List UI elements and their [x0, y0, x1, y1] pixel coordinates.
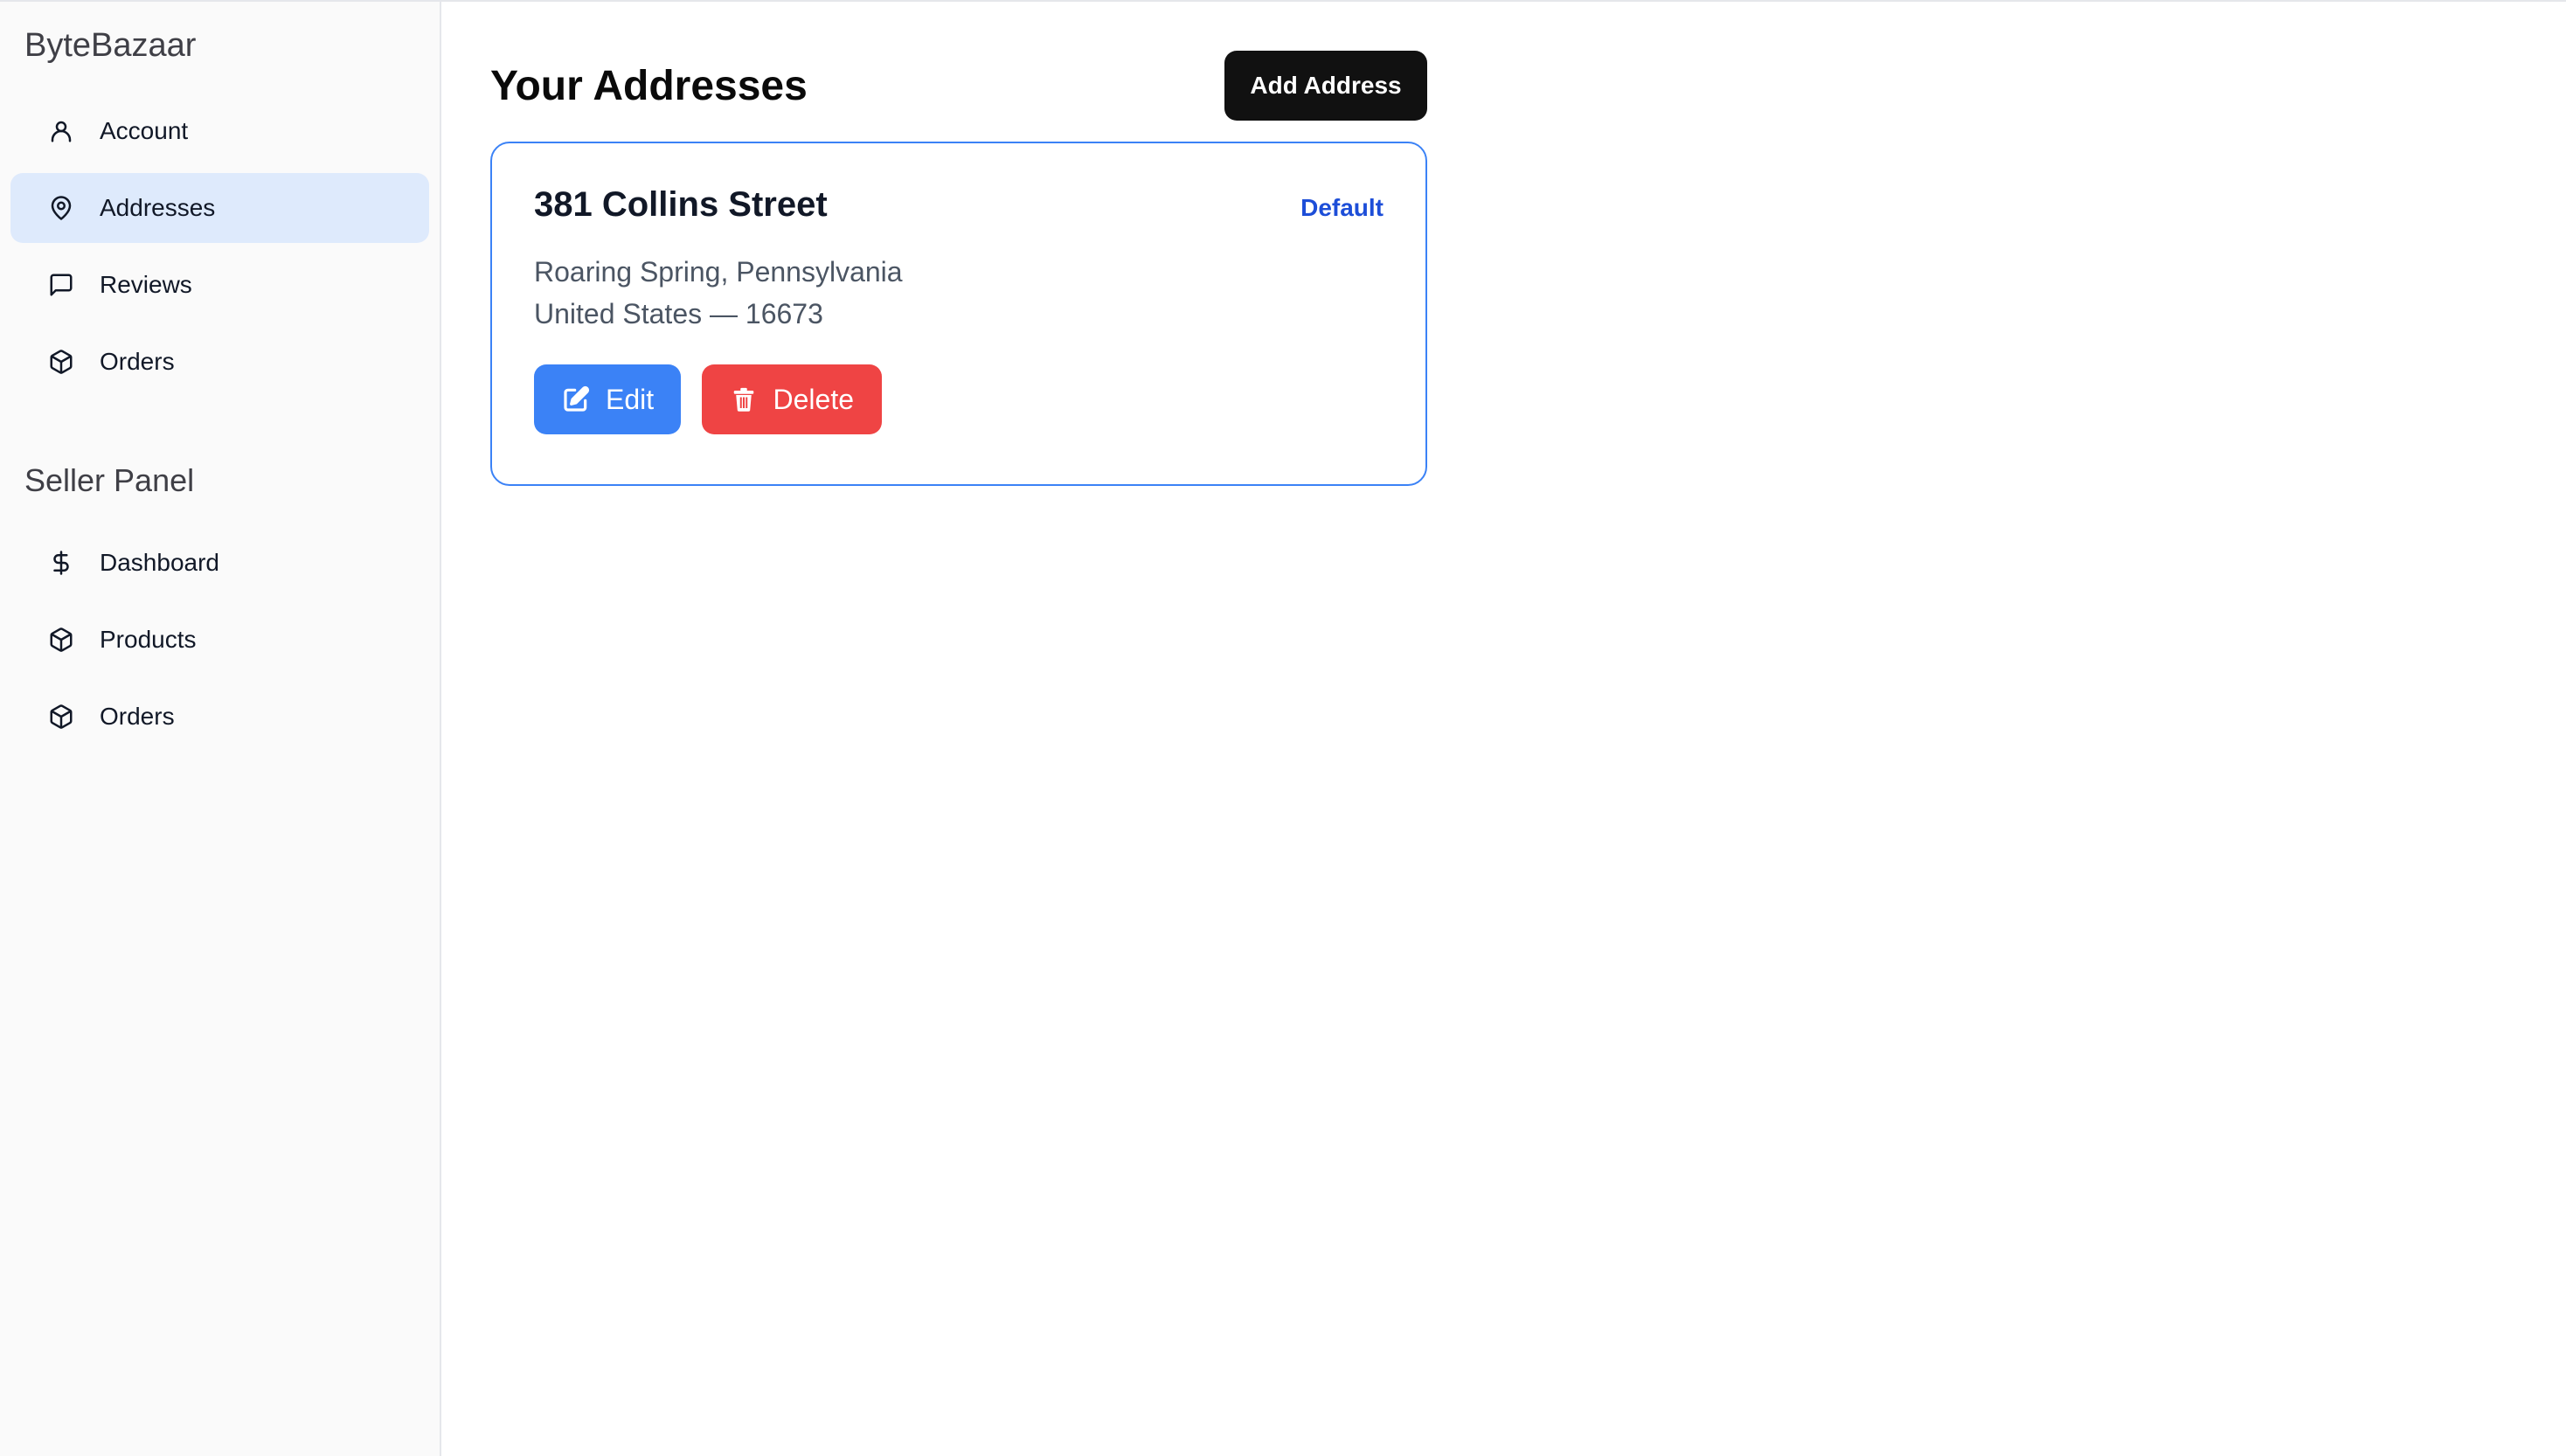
package-icon: [45, 624, 77, 655]
sidebar-item-products[interactable]: Products: [10, 605, 429, 675]
sidebar-item-account[interactable]: Account: [10, 96, 429, 166]
message-square-icon: [45, 269, 77, 301]
page-title: Your Addresses: [490, 62, 808, 109]
sidebar-item-seller-orders[interactable]: Orders: [10, 682, 429, 752]
app-root: ByteBazaar Account Addresses Reviews Ord…: [0, 2, 2566, 1456]
address-actions: Edit Delete: [534, 364, 1384, 434]
delete-label: Delete: [773, 383, 855, 415]
add-address-button[interactable]: Add Address: [1224, 51, 1427, 121]
package-icon: [45, 701, 77, 732]
address-city-state: Roaring Spring, Pennsylvania: [534, 256, 903, 288]
sidebar-item-reviews[interactable]: Reviews: [10, 250, 429, 320]
map-pin-icon: [45, 192, 77, 224]
edit-icon: [562, 385, 590, 414]
main-content: Your Addresses Add Address 381 Collins S…: [441, 2, 2566, 1456]
sidebar-item-label: Addresses: [100, 194, 216, 221]
sidebar-item-label: Account: [100, 117, 189, 144]
package-icon: [45, 346, 77, 378]
sidebar-item-label: Orders: [100, 703, 175, 730]
sidebar-item-label: Products: [100, 626, 197, 653]
address-country-zip: United States — 16673: [534, 298, 823, 329]
sidebar-item-addresses[interactable]: Addresses: [10, 173, 429, 243]
sidebar-item-label: Orders: [100, 348, 175, 375]
seller-panel-title: Seller Panel: [24, 462, 195, 498]
trash-icon: [730, 385, 758, 414]
brand-logo[interactable]: ByteBazaar: [10, 24, 429, 66]
edit-label: Edit: [606, 383, 655, 415]
page-header: Your Addresses Add Address: [490, 51, 1427, 121]
sidebar-item-label: Reviews: [100, 271, 192, 298]
sidebar-item-orders[interactable]: Orders: [10, 327, 429, 397]
user-icon: [45, 115, 77, 147]
address-street: 381 Collins Street: [534, 185, 828, 224]
address-card: 381 Collins Street Default Roaring Sprin…: [490, 142, 1427, 486]
dollar-icon: [45, 547, 77, 579]
address-card-header: 381 Collins Street Default: [534, 185, 1384, 225]
sidebar: ByteBazaar Account Addresses Reviews Ord…: [0, 2, 441, 1456]
sidebar-item-label: Dashboard: [100, 549, 219, 576]
delete-address-button[interactable]: Delete: [702, 364, 882, 434]
default-badge: Default: [1300, 194, 1384, 221]
edit-address-button[interactable]: Edit: [534, 364, 681, 434]
address-details: Roaring Spring, Pennsylvania United Stat…: [534, 251, 1384, 335]
sidebar-item-dashboard[interactable]: Dashboard: [10, 528, 429, 598]
